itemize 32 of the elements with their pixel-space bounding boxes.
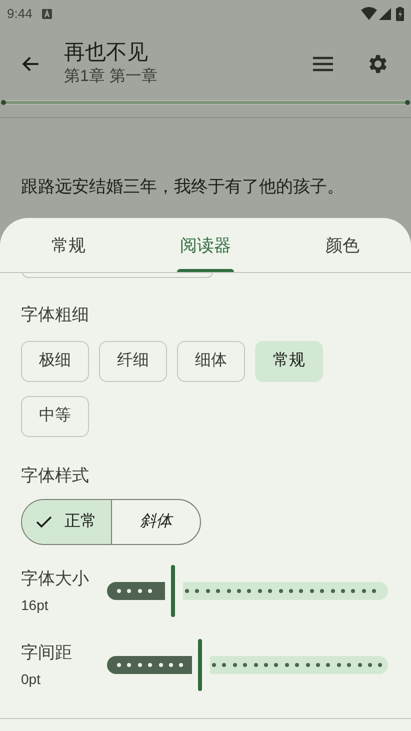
weight-chip[interactable]: 细体 [177,340,245,382]
slider-label: 字间距 [21,642,73,664]
slider-thumb[interactable] [198,639,202,691]
weight-chip[interactable]: 中等 [21,396,89,436]
slider-track[interactable] [107,639,388,691]
chapter-text: 跟路远安结婚三年，我终于有了他的孩子。 [21,176,345,198]
notification-icon [42,9,52,19]
menu-icon [312,56,334,72]
chapter-title: 第1章 第一章 [64,66,158,87]
slider-thumb[interactable] [171,565,175,617]
slider-value: 0pt [21,670,42,689]
weight-chip[interactable]: 常规 [255,340,323,382]
tab[interactable]: 常规 [0,218,137,272]
progress-handle [405,100,410,105]
slider-value: 16pt [21,596,50,615]
section-label: 字体粗细 [21,304,90,326]
status-time: 9:44 [7,5,32,24]
slider-label: 字体大小 [21,568,90,590]
dropdown-field[interactable] [22,272,213,278]
style-segment[interactable]: 正常 [22,500,110,544]
book-title: 再也不见 [64,40,149,66]
section-label: 字体样式 [21,464,90,486]
slider-track[interactable] [107,565,388,617]
style-segment[interactable]: 斜体 [110,500,200,544]
signal-icon [379,8,391,20]
weight-chip[interactable]: 极细 [21,340,89,382]
weight-chip[interactable]: 纤细 [99,340,167,382]
wifi-icon [361,7,377,21]
tab[interactable]: 阅读器 [137,218,274,272]
check-icon [36,516,52,528]
battery-icon [396,7,404,21]
tab[interactable]: 颜色 [274,218,411,272]
